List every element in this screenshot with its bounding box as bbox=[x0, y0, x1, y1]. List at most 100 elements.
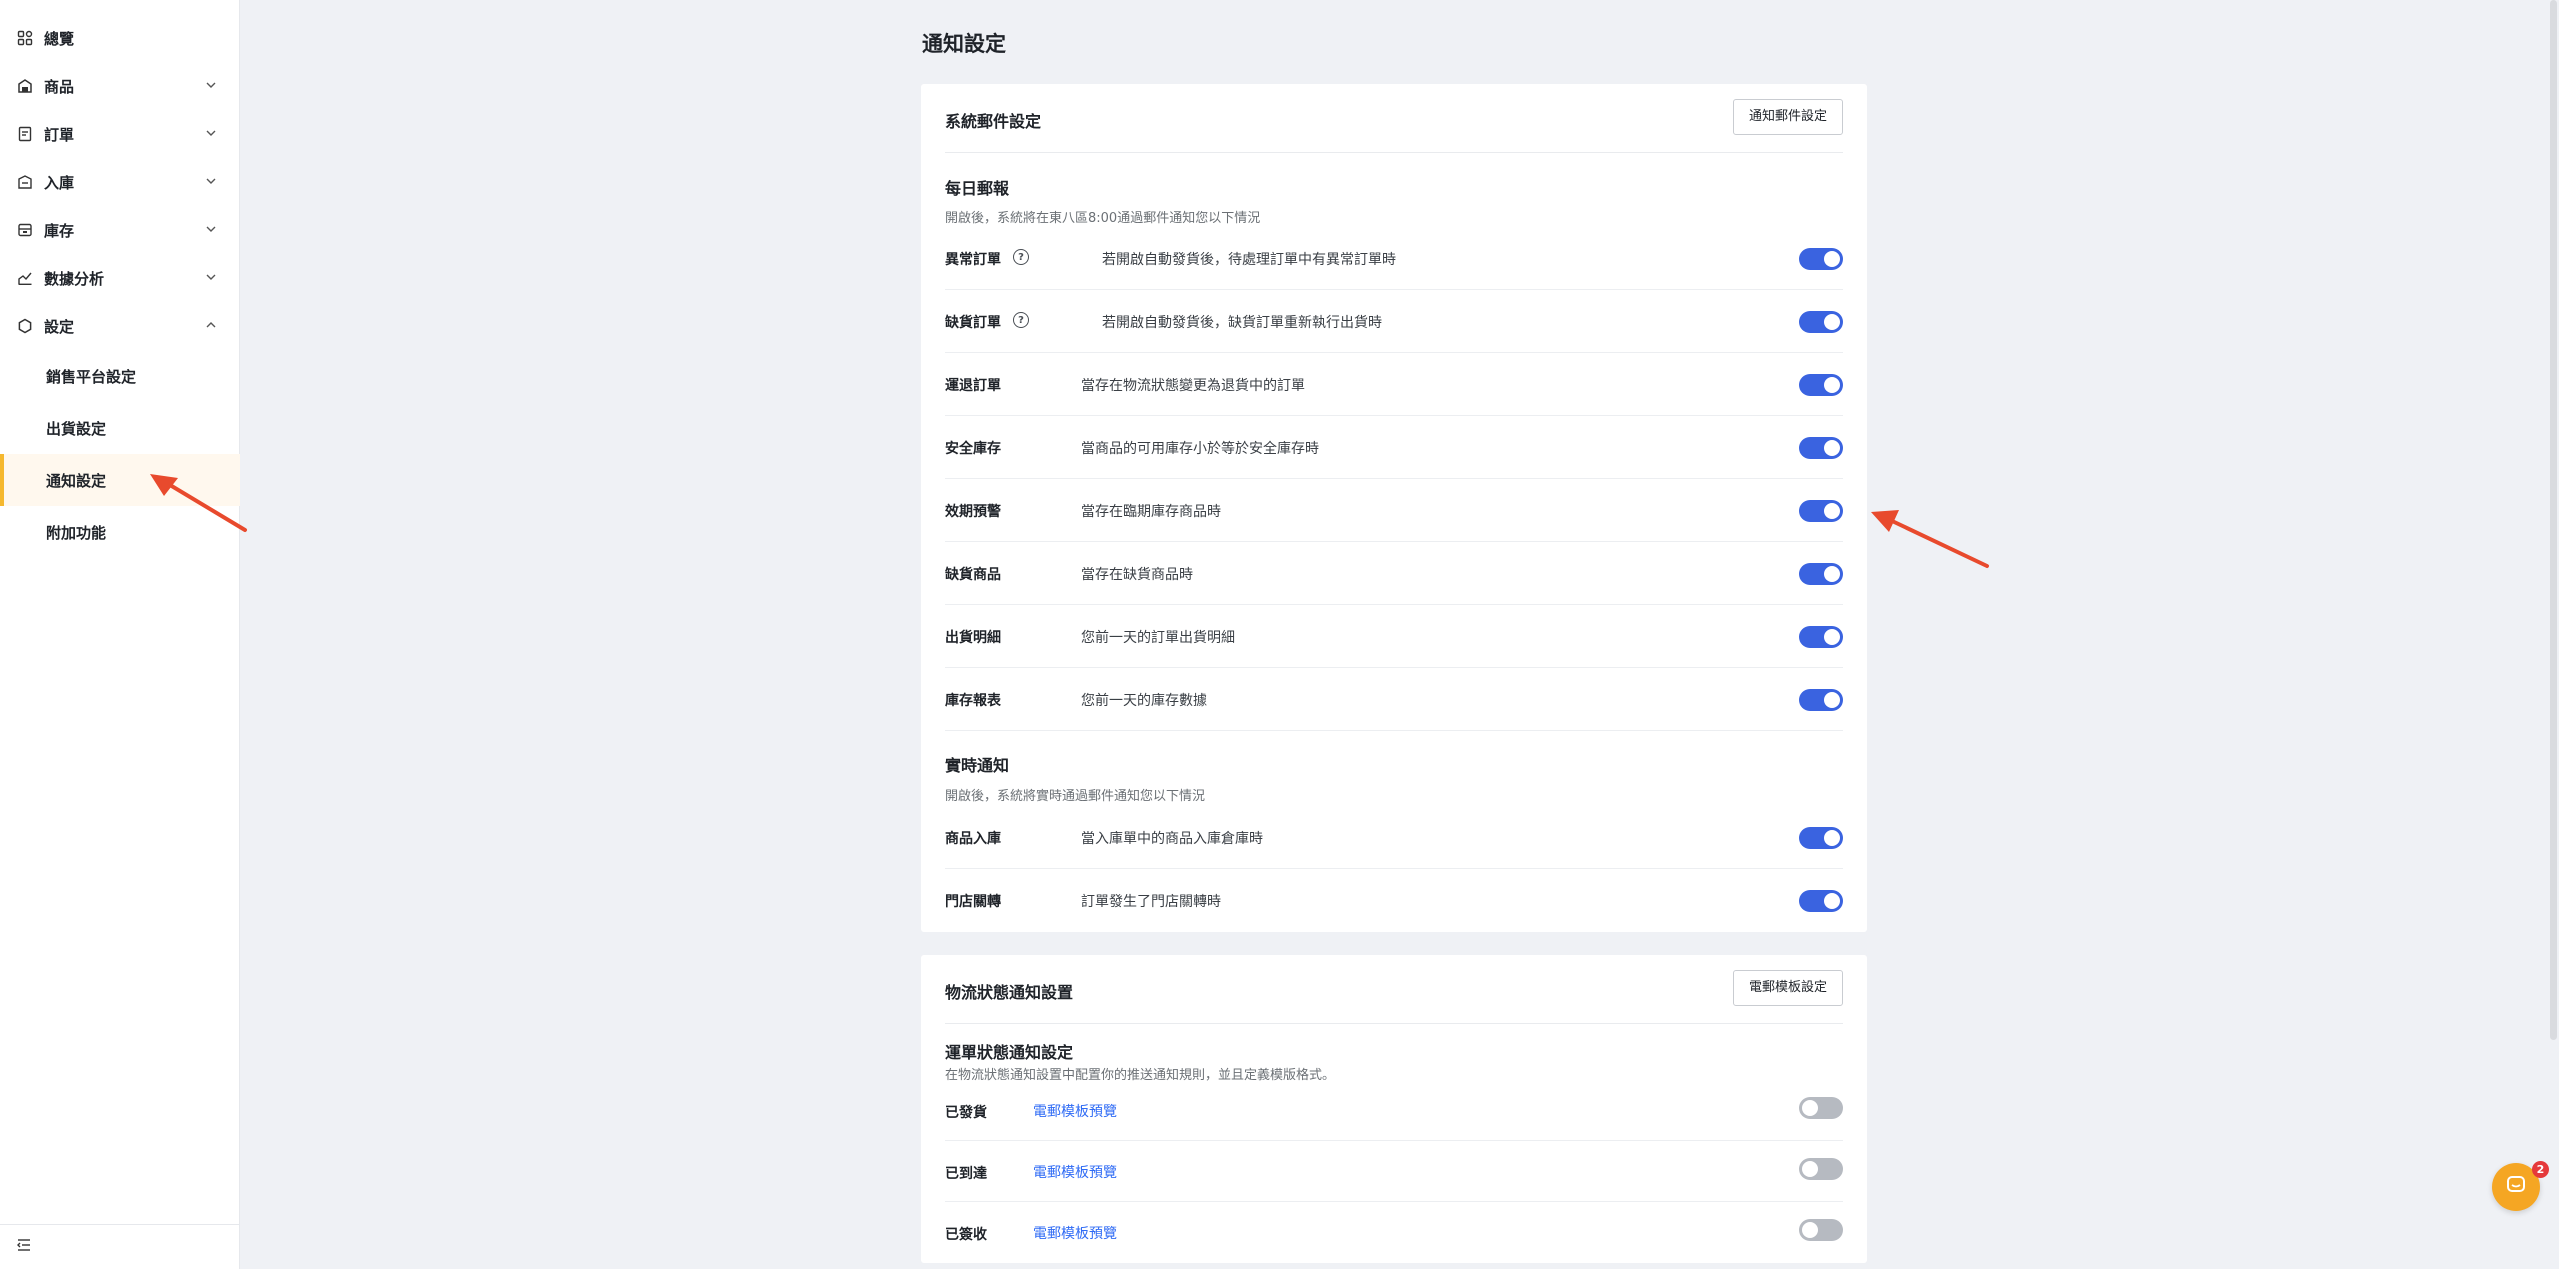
help-circle-icon[interactable]: ? bbox=[1013, 249, 1029, 265]
toggle-switch[interactable] bbox=[1799, 827, 1843, 849]
card-header: 物流狀態通知設置 電郵模板設定 bbox=[945, 955, 1843, 1024]
chevron-down-icon bbox=[204, 78, 218, 92]
help-circle-icon[interactable]: ? bbox=[1013, 312, 1029, 328]
sidebar-item-notification[interactable]: 通知設定 bbox=[0, 454, 240, 506]
nav-item-products[interactable]: 商品 bbox=[0, 62, 240, 110]
row-desc: 當入庫單中的商品入庫倉庫時 bbox=[1081, 831, 1263, 847]
toggle-switch[interactable] bbox=[1799, 311, 1843, 333]
email-template-preview-link[interactable]: 電郵模板預覽 bbox=[1033, 1223, 1117, 1243]
toggle-switch[interactable] bbox=[1799, 248, 1843, 270]
nav-item-analytics[interactable]: 數據分析 bbox=[0, 254, 240, 302]
annotation-arrow-toggle bbox=[1871, 510, 1989, 568]
inbound-icon bbox=[16, 173, 34, 191]
row-label: 出貨明細 bbox=[945, 630, 1001, 646]
toggle-switch[interactable] bbox=[1799, 563, 1843, 585]
nav-item-orders[interactable]: 訂單 bbox=[0, 110, 240, 158]
chevron-down-icon bbox=[204, 270, 218, 284]
setting-row-abnormal-orders: 異常訂單 ? 若開啟自動發貨後，待處理訂單中有異常訂單時 bbox=[945, 227, 1843, 290]
setting-row-return-orders: 運退訂單 當存在物流狀態變更為退貨中的訂單 bbox=[945, 353, 1843, 416]
chevron-up-icon bbox=[204, 318, 218, 332]
row-label: 商品入庫 bbox=[945, 831, 1001, 847]
inventory-icon bbox=[16, 221, 34, 239]
row-label: 門店關轉 bbox=[945, 894, 1001, 910]
logistics-row-shipped: 已發貨 電郵模板預覽 bbox=[945, 1080, 1843, 1141]
chevron-down-icon bbox=[204, 222, 218, 236]
logistics-notification-card: 物流狀態通知設置 電郵模板設定 運單狀態通知設定 在物流狀態通知設置中配置你的推… bbox=[921, 955, 1867, 1263]
settings-hexagon-icon bbox=[16, 317, 34, 335]
toggle-switch[interactable] bbox=[1799, 626, 1843, 648]
row-desc: 當商品的可用庫存小於等於安全庫存時 bbox=[1081, 441, 1319, 457]
chevron-down-icon bbox=[204, 174, 218, 188]
row-desc: 當存在臨期庫存商品時 bbox=[1081, 504, 1221, 520]
setting-row-expiry-warning: 效期預警 當存在臨期庫存商品時 bbox=[945, 479, 1843, 542]
nav-label: 訂單 bbox=[44, 125, 75, 144]
daily-report-title: 每日郵報 bbox=[945, 179, 1010, 198]
nav-label: 入庫 bbox=[44, 173, 75, 192]
sidebar: 總覽 商品 訂單 入庫 庫存 數據分析 設定 銷售平台設定 出貨設定 通知設定 … bbox=[0, 0, 240, 1269]
row-desc: 當存在物流狀態變更為退貨中的訂單 bbox=[1081, 378, 1305, 394]
row-label: 缺貨商品 bbox=[945, 567, 1001, 583]
chat-unread-badge: 2 bbox=[2532, 1161, 2549, 1178]
nav-label: 設定 bbox=[44, 317, 75, 336]
email-template-preview-link[interactable]: 電郵模板預覽 bbox=[1033, 1162, 1117, 1182]
row-label: 已發貨 bbox=[945, 1105, 987, 1121]
daily-report-desc: 開啟後，系統將在東八區8:00通過郵件通知您以下情況 bbox=[945, 211, 1261, 226]
nav-label: 數據分析 bbox=[44, 269, 105, 288]
row-label: 缺貨訂單 bbox=[945, 315, 1001, 331]
card-title: 系統郵件設定 bbox=[945, 112, 1042, 131]
setting-row-inventory-report: 庫存報表 您前一天的庫存數據 bbox=[945, 668, 1843, 731]
toggle-switch[interactable] bbox=[1799, 1158, 1843, 1180]
toggle-switch[interactable] bbox=[1799, 437, 1843, 459]
system-email-card: 系統郵件設定 通知郵件設定 每日郵報 開啟後，系統將在東八區8:00通過郵件通知… bbox=[921, 84, 1867, 932]
setting-row-store-transfer: 門店關轉 訂單發生了門店關轉時 bbox=[945, 869, 1843, 932]
order-list-icon bbox=[16, 125, 34, 143]
toggle-switch[interactable] bbox=[1799, 374, 1843, 396]
row-desc: 若開啟自動發貨後，待處理訂單中有異常訂單時 bbox=[1102, 252, 1396, 268]
toggle-switch[interactable] bbox=[1799, 689, 1843, 711]
setting-row-shipping-details: 出貨明細 您前一天的訂單出貨明細 bbox=[945, 605, 1843, 668]
nav-label: 庫存 bbox=[44, 221, 75, 240]
setting-row-out-of-stock-products: 缺貨商品 當存在缺貨商品時 bbox=[945, 542, 1843, 605]
collapse-menu-icon[interactable] bbox=[16, 1237, 32, 1257]
sidebar-item-addons[interactable]: 附加功能 bbox=[0, 506, 240, 558]
row-label: 庫存報表 bbox=[945, 693, 1001, 709]
overview-grid-icon bbox=[16, 29, 34, 47]
chevron-down-icon bbox=[204, 126, 218, 140]
email-template-preview-link[interactable]: 電郵模板預覽 bbox=[1033, 1101, 1117, 1121]
logistics-row-arrived: 已到達 電郵模板預覽 bbox=[945, 1141, 1843, 1202]
analytics-icon bbox=[16, 269, 34, 287]
logistics-row-signed: 已簽收 電郵模板預覽 bbox=[945, 1202, 1843, 1263]
nav-item-settings[interactable]: 設定 bbox=[0, 302, 240, 350]
toggle-switch[interactable] bbox=[1799, 890, 1843, 912]
card-header: 系統郵件設定 通知郵件設定 bbox=[945, 84, 1843, 153]
setting-row-product-inbound: 商品入庫 當入庫單中的商品入庫倉庫時 bbox=[945, 806, 1843, 869]
realtime-notice-title: 實時通知 bbox=[945, 756, 1010, 775]
toggle-switch[interactable] bbox=[1799, 500, 1843, 522]
nav-item-inbound[interactable]: 入庫 bbox=[0, 158, 240, 206]
notification-email-settings-button[interactable]: 通知郵件設定 bbox=[1732, 99, 1843, 135]
row-desc: 您前一天的庫存數據 bbox=[1081, 693, 1207, 709]
sidebar-item-shipping[interactable]: 出貨設定 bbox=[0, 402, 240, 454]
page-title: 通知設定 bbox=[922, 32, 1006, 56]
realtime-notice-desc: 開啟後，系統將實時通過郵件通知您以下情況 bbox=[945, 789, 1206, 804]
nav-label: 總覽 bbox=[44, 29, 75, 48]
nav-item-overview[interactable]: 總覽 bbox=[0, 14, 240, 62]
row-label: 異常訂單 bbox=[945, 252, 1001, 268]
toggle-switch[interactable] bbox=[1799, 1097, 1843, 1119]
row-desc: 當存在缺貨商品時 bbox=[1081, 567, 1193, 583]
row-label: 運退訂單 bbox=[945, 378, 1001, 394]
nav-item-inventory[interactable]: 庫存 bbox=[0, 206, 240, 254]
email-template-settings-button[interactable]: 電郵模板設定 bbox=[1732, 970, 1843, 1006]
row-desc: 訂單發生了門店關轉時 bbox=[1081, 894, 1221, 910]
toggle-switch[interactable] bbox=[1799, 1219, 1843, 1241]
row-desc: 若開啟自動發貨後，缺貨訂單重新執行出貨時 bbox=[1102, 315, 1382, 331]
card-title: 物流狀態通知設置 bbox=[945, 983, 1074, 1002]
nav-label: 商品 bbox=[44, 77, 75, 96]
sidebar-item-sales-platform[interactable]: 銷售平台設定 bbox=[0, 350, 240, 402]
row-desc: 您前一天的訂單出貨明細 bbox=[1081, 630, 1235, 646]
sidebar-footer bbox=[0, 1224, 240, 1269]
product-box-icon bbox=[16, 77, 34, 95]
setting-row-out-of-stock-orders: 缺貨訂單 ? 若開啟自動發貨後，缺貨訂單重新執行出貨時 bbox=[945, 290, 1843, 353]
row-label: 已簽收 bbox=[945, 1227, 987, 1243]
page-scrollbar[interactable] bbox=[2550, 0, 2557, 1040]
